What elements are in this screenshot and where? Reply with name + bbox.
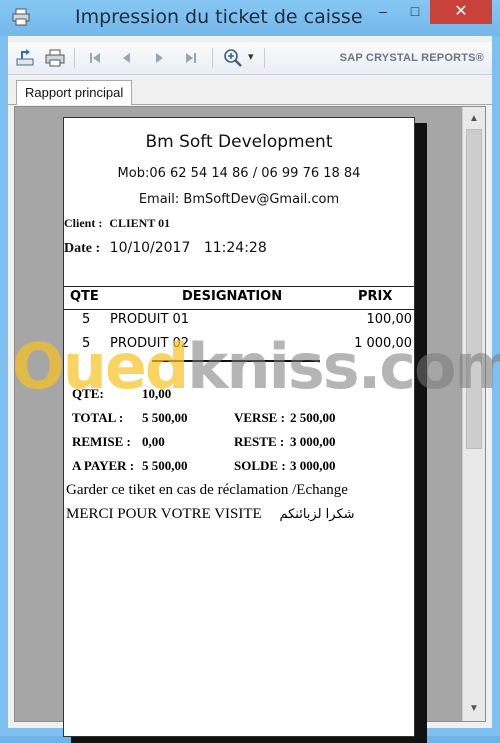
company-email: Email: BmSoftDev@Gmail.com [138, 192, 340, 207]
sum-qte-value: 10,00 [142, 386, 172, 401]
total-value: 5 500,00 [142, 410, 188, 425]
toolbar-separator [264, 48, 265, 68]
title-bar[interactable]: Impression du ticket de caisse – □ ✕ [0, 0, 500, 36]
items-underline [152, 360, 320, 362]
app-window: Impression du ticket de caisse – □ ✕ ▾ S… [0, 0, 500, 743]
sum-qte-label: QTE: [72, 386, 104, 401]
date-label: Date : [64, 241, 101, 256]
item-designation: PRODUIT 02 [110, 336, 190, 351]
footer-keep-ticket: Garder ce tiket en cas de réclamation /E… [66, 482, 348, 498]
last-page-icon[interactable] [180, 48, 202, 68]
window-title: Impression du ticket de caisse [75, 6, 363, 28]
export-icon[interactable] [14, 48, 36, 68]
item-prix: 1 000,00 [354, 336, 412, 351]
time-value: 11:24:28 [203, 240, 267, 256]
scroll-thumb[interactable] [466, 129, 482, 449]
zoom-icon[interactable] [222, 48, 244, 68]
reste-label: RESTE : [234, 434, 285, 449]
table-row: 5 PRODUIT 02 1 000,00 [64, 336, 414, 358]
reste-value: 3 000,00 [290, 434, 336, 449]
apayer-value: 5 500,00 [142, 458, 188, 473]
column-qte: QTE [70, 289, 99, 304]
report-viewer: Bm Soft Development Mob:06 62 54 14 86 /… [14, 106, 486, 743]
receipt-page: Bm Soft Development Mob:06 62 54 14 86 /… [63, 117, 415, 737]
client-label: Client : [64, 216, 103, 230]
previous-page-icon[interactable] [116, 48, 138, 68]
client-value: CLIENT 01 [109, 216, 171, 230]
item-prix: 100,00 [366, 312, 413, 327]
footer-thanks-fr: MERCI POUR VOTRE VISITE [66, 506, 262, 522]
tab-main-report[interactable]: Rapport principal [16, 80, 133, 105]
printer-app-icon [12, 8, 30, 26]
solde-label: SOLDE : [234, 458, 286, 473]
next-page-icon[interactable] [148, 48, 170, 68]
total-label: TOTAL : [72, 410, 124, 425]
date-line: Date : 10/10/2017 11:24:28 [64, 240, 267, 257]
solde-value: 3 000,00 [290, 458, 336, 473]
client-line: Client : CLIENT 01 [64, 216, 170, 231]
vertical-scrollbar[interactable]: ▲ ▼ [462, 107, 485, 721]
scroll-up-icon[interactable]: ▲ [463, 109, 485, 129]
verse-label: VERSE : [234, 410, 285, 425]
column-designation: DESIGNATION [182, 289, 283, 304]
item-qte: 5 [82, 336, 91, 351]
company-phone: Mob:06 62 54 14 86 / 06 99 76 18 84 [117, 166, 361, 181]
footer-thanks-ar: شكرا لزبائنكم [279, 507, 355, 522]
remise-label: REMISE : [72, 434, 131, 449]
toolbar-separator [212, 48, 213, 68]
scroll-down-icon[interactable]: ▼ [463, 699, 485, 719]
apayer-label: A PAYER : [72, 458, 135, 473]
report-toolbar: ▾ SAP CRYSTAL REPORTS® [8, 42, 492, 75]
print-icon[interactable] [44, 48, 66, 68]
close-button[interactable]: ✕ [430, 0, 492, 24]
table-row: 5 PRODUIT 01 100,00 [64, 312, 414, 334]
first-page-icon[interactable] [84, 48, 106, 68]
toolbar-separator [74, 48, 75, 68]
item-qte: 5 [82, 312, 91, 327]
crystal-reports-brand: SAP CRYSTAL REPORTS® [339, 52, 484, 64]
zoom-dropdown-caret[interactable]: ▾ [248, 50, 254, 63]
items-table-header: QTE DESIGNATION PRIX [64, 286, 414, 310]
minimize-button[interactable]: – [368, 0, 398, 24]
item-designation: PRODUIT 01 [110, 312, 190, 327]
maximize-button[interactable]: □ [400, 0, 430, 24]
footer-thanks: MERCI POUR VOTRE VISITE شكرا لزبائنكم [66, 506, 355, 523]
column-prix: PRIX [358, 289, 393, 304]
remise-value: 0,00 [142, 434, 165, 449]
window-client: ▾ SAP CRYSTAL REPORTS® Rapport principal… [8, 36, 492, 743]
date-value: 10/10/2017 [109, 240, 191, 256]
verse-value: 2 500,00 [290, 410, 336, 425]
report-tabs: Rapport principal [8, 76, 492, 105]
company-name: Bm Soft Development [145, 132, 333, 152]
